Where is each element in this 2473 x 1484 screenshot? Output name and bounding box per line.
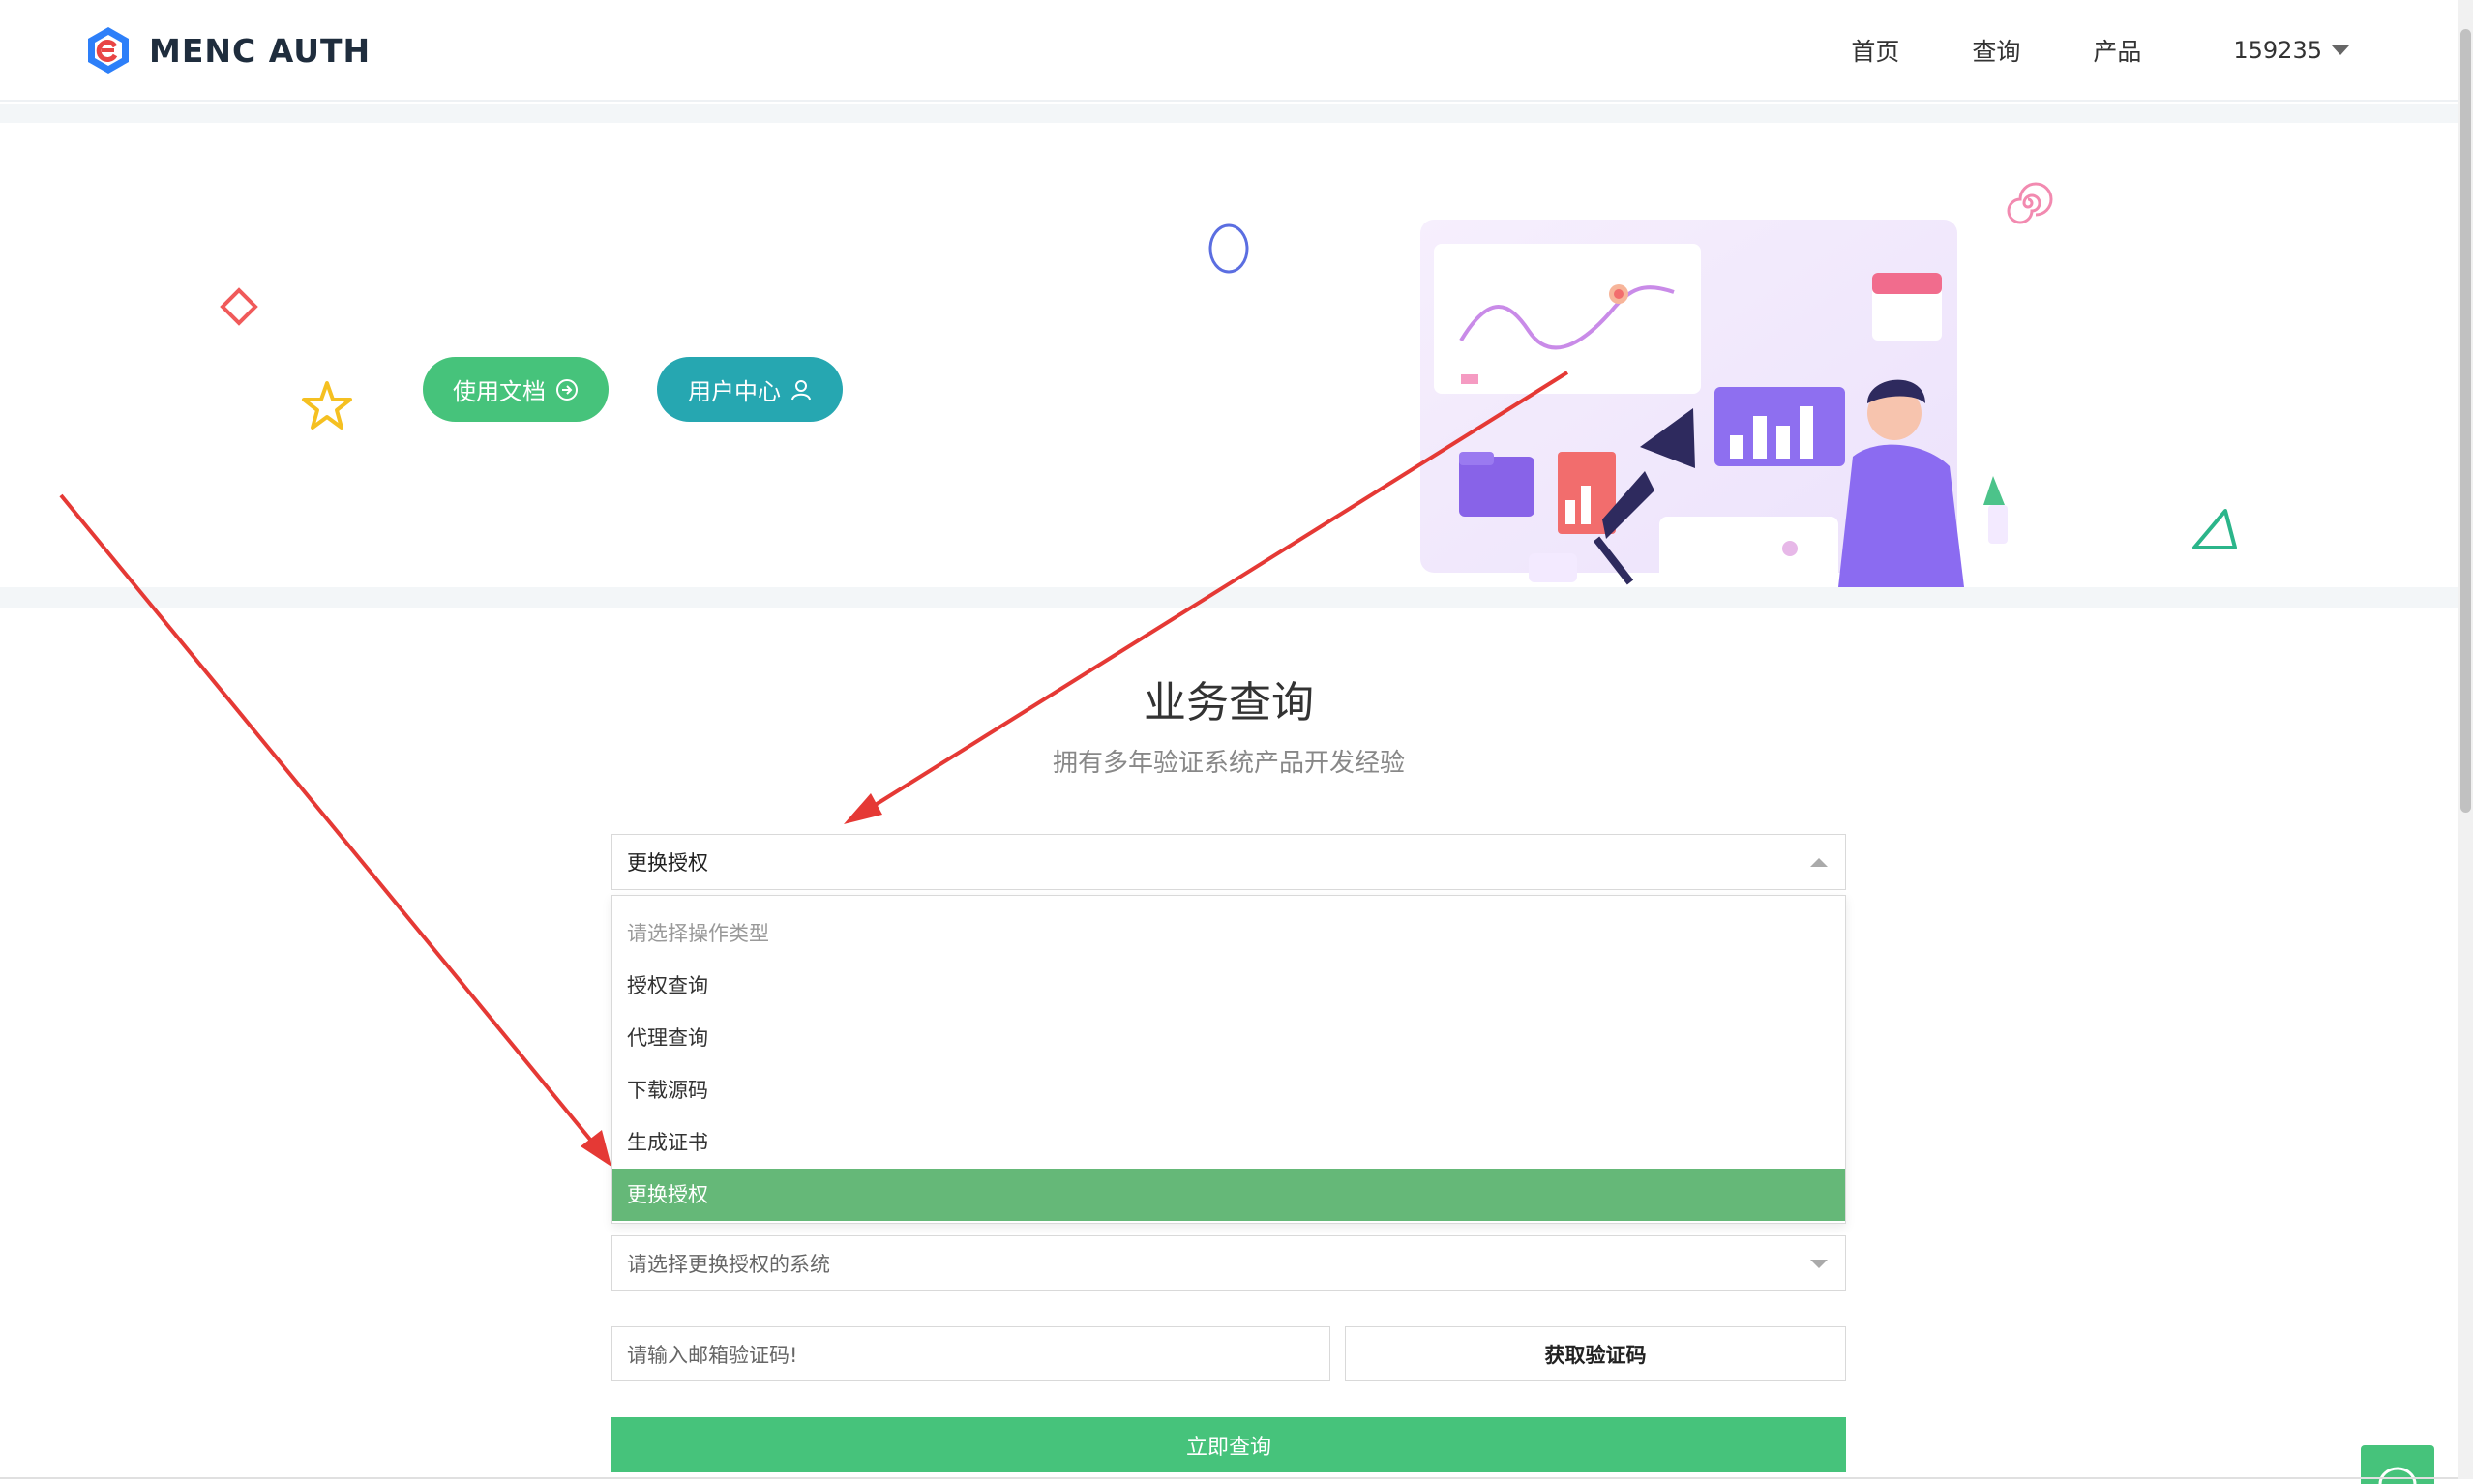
chevron-down-icon [1810,1260,1828,1268]
operation-type-dropdown: 请选择操作类型 授权查询 代理查询 下载源码 生成证书 更换授权 [611,895,1846,1224]
option-auth-query[interactable]: 授权查询 [612,960,1845,1012]
logo-text: MENC AUTH [149,31,372,70]
chevron-up-icon [1810,858,1828,867]
option-change-auth[interactable]: 更换授权 [612,1169,1845,1221]
user-menu[interactable]: 159235 [2233,37,2349,64]
star-shape-icon [302,381,352,430]
operation-type-selected: 更换授权 [627,851,708,875]
top-navbar: MENC AUTH 首页 查询 产品 159235 [0,0,2458,102]
main-nav: 首页 查询 产品 159235 [1778,33,2349,68]
get-code-button[interactable]: 获取验证码 [1345,1326,1846,1381]
office-illustration [1420,220,2008,587]
scrollbar-thumb[interactable] [2460,29,2471,813]
email-code-input[interactable]: 请输入邮箱验证码! [611,1326,1330,1381]
annotation-arrowhead-2 [581,1130,611,1167]
docs-button-label: 使用文档 [453,378,546,405]
nav-query[interactable]: 查询 [1972,33,2020,68]
user-center-button[interactable]: 用户中心 [657,357,843,422]
nav-home[interactable]: 首页 [1851,33,1899,68]
nav-products[interactable]: 产品 [2093,33,2141,68]
page-scrollbar[interactable] [2458,0,2473,1479]
submit-query-button[interactable]: 立即查询 [611,1417,1846,1472]
user-icon [791,379,811,400]
system-select-placeholder: 请选择更换授权的系统 [627,1252,830,1276]
divider-band-bottom [0,587,2458,608]
triangle-shape-icon [2192,509,2237,549]
annotation-arrowhead-1 [844,793,882,824]
query-subtitle: 拥有多年验证系统产品开发经验 [1052,749,1405,778]
query-title: 业务查询 [1144,678,1314,727]
divider-band-top [0,104,2458,123]
caret-down-icon [2332,45,2349,55]
diamond-shape-icon [220,287,258,326]
user-center-button-label: 用户中心 [688,378,781,405]
option-download-source[interactable]: 下载源码 [612,1064,1845,1116]
email-code-placeholder: 请输入邮箱验证码! [627,1343,798,1367]
ellipse-shape-icon [1208,223,1249,274]
user-name: 159235 [2233,37,2322,64]
logo-hexagon-icon [88,27,129,74]
arrow-right-circle-icon [556,378,578,401]
logo[interactable]: MENC AUTH [85,25,371,75]
option-placeholder[interactable]: 请选择操作类型 [612,907,1845,960]
option-agent-query[interactable]: 代理查询 [612,1012,1845,1064]
hero-banner: 使用文档 用户中心 [0,123,2458,587]
docs-button[interactable]: 使用文档 [423,357,609,422]
operation-type-select[interactable]: 更换授权 [611,834,1846,890]
system-select[interactable]: 请选择更换授权的系统 [611,1235,1846,1291]
option-generate-cert[interactable]: 生成证书 [612,1116,1845,1169]
